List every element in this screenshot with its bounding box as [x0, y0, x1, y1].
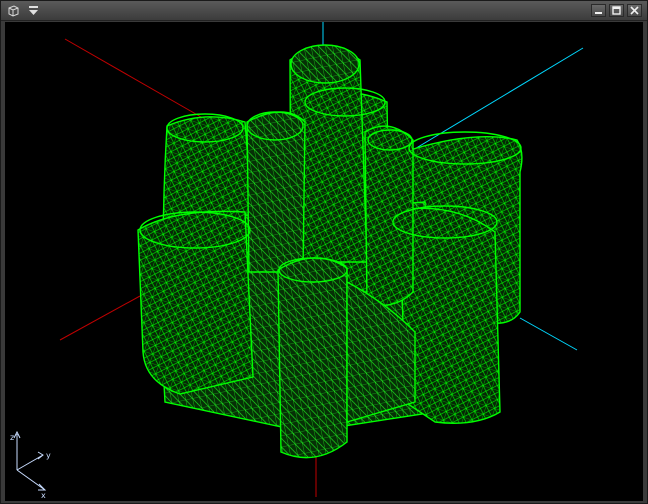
close-icon [630, 6, 639, 15]
close-button[interactable] [627, 4, 642, 17]
scene-canvas: z y x [10, 22, 584, 500]
3d-viewport[interactable]: z y x [5, 22, 643, 501]
orientation-triad [13, 430, 47, 491]
maximize-button[interactable] [609, 4, 624, 17]
triad-label-y: y [46, 451, 51, 460]
triad-label-z: z [10, 433, 14, 442]
cube-icon[interactable] [6, 3, 21, 18]
maximize-icon [612, 6, 621, 15]
cyan-axis-lower [519, 317, 578, 351]
viewer-window: z y x [0, 0, 648, 504]
red-axis-lower [59, 295, 141, 341]
wireframe-mesh [137, 44, 523, 459]
dropdown-menu-icon[interactable] [26, 3, 41, 18]
minimize-button[interactable] [591, 4, 606, 17]
red-axis [64, 38, 216, 126]
triad-label-x: x [41, 491, 46, 500]
title-bar[interactable] [1, 1, 647, 21]
minimize-icon [595, 12, 602, 14]
